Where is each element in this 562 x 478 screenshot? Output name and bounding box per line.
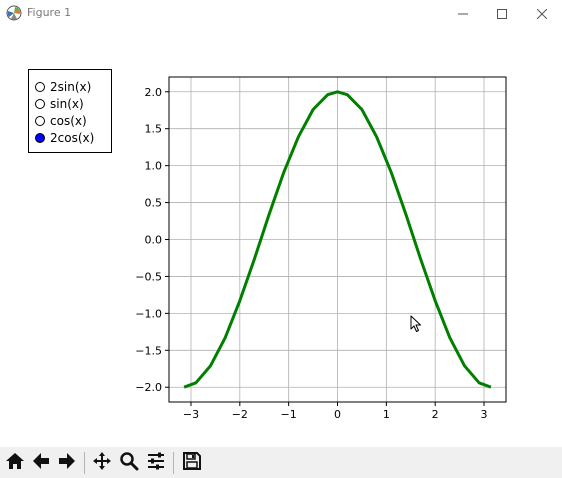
y-tick-label: 1.0: [145, 160, 163, 173]
zoom-icon: [119, 451, 139, 475]
back-icon: [31, 451, 51, 475]
y-tick-label: −1.5: [135, 344, 162, 357]
y-tick-label: −1.0: [135, 307, 162, 320]
radio-circle-icon[interactable]: [35, 81, 45, 92]
x-tick-label: −1: [281, 408, 297, 421]
pan-button[interactable]: [90, 451, 114, 475]
x-tick-label: 2: [432, 408, 439, 421]
x-tick-label: 3: [481, 408, 488, 421]
y-tick-label: 1.5: [145, 123, 163, 136]
navigation-toolbar: [0, 447, 562, 478]
radio-cos[interactable]: cos(x): [35, 112, 87, 129]
x-tick-label: −3: [183, 408, 199, 421]
radio-label: cos(x): [50, 113, 87, 128]
radio-label: 2cos(x): [50, 130, 95, 145]
back-button[interactable]: [29, 451, 53, 475]
configure-subplots-icon: [146, 451, 166, 475]
x-tick-label: 1: [383, 408, 390, 421]
radio-sin[interactable]: sin(x): [35, 95, 84, 112]
configure-subplots-button[interactable]: [144, 451, 168, 475]
home-button[interactable]: [3, 451, 27, 475]
radio-circle-icon[interactable]: [35, 98, 45, 109]
close-button[interactable]: [522, 0, 562, 26]
y-tick-label: 2.0: [145, 86, 163, 99]
radio-circle-icon[interactable]: [35, 115, 45, 126]
function-radio-group[interactable]: 2sin(x) sin(x) cos(x) 2cos(x): [28, 69, 112, 153]
zoom-button[interactable]: [117, 451, 141, 475]
title-bar: Figure 1: [0, 0, 562, 26]
radio-2sin[interactable]: 2sin(x): [35, 78, 91, 95]
x-tick-label: −2: [232, 408, 248, 421]
radio-2cos[interactable]: 2cos(x): [35, 129, 94, 146]
close-icon: [536, 4, 548, 23]
minimize-button[interactable]: [443, 0, 483, 26]
forward-button[interactable]: [55, 451, 79, 475]
y-tick-label: −0.5: [135, 270, 162, 283]
save-icon: [182, 451, 202, 475]
minimize-icon: [458, 4, 468, 23]
mouse-cursor-icon: [410, 315, 421, 332]
x-tick-label: 0: [334, 408, 341, 421]
toolbar-separator: [84, 452, 85, 474]
maximize-icon: [497, 4, 507, 23]
maximize-button[interactable]: [482, 0, 522, 26]
y-tick-label: 0.5: [145, 197, 163, 210]
radio-circle-icon[interactable]: [35, 132, 45, 143]
window-title: Figure 1: [27, 6, 72, 19]
radio-label: 2sin(x): [50, 79, 92, 94]
forward-icon: [57, 451, 77, 475]
radio-label: sin(x): [50, 96, 84, 111]
toolbar-separator: [173, 452, 174, 474]
y-tick-label: −2.0: [135, 381, 162, 394]
matplotlib-logo-icon: [6, 5, 22, 21]
y-tick-label: 0.0: [145, 234, 163, 247]
save-button[interactable]: [180, 451, 204, 475]
pan-icon: [92, 451, 112, 475]
home-icon: [5, 451, 25, 475]
